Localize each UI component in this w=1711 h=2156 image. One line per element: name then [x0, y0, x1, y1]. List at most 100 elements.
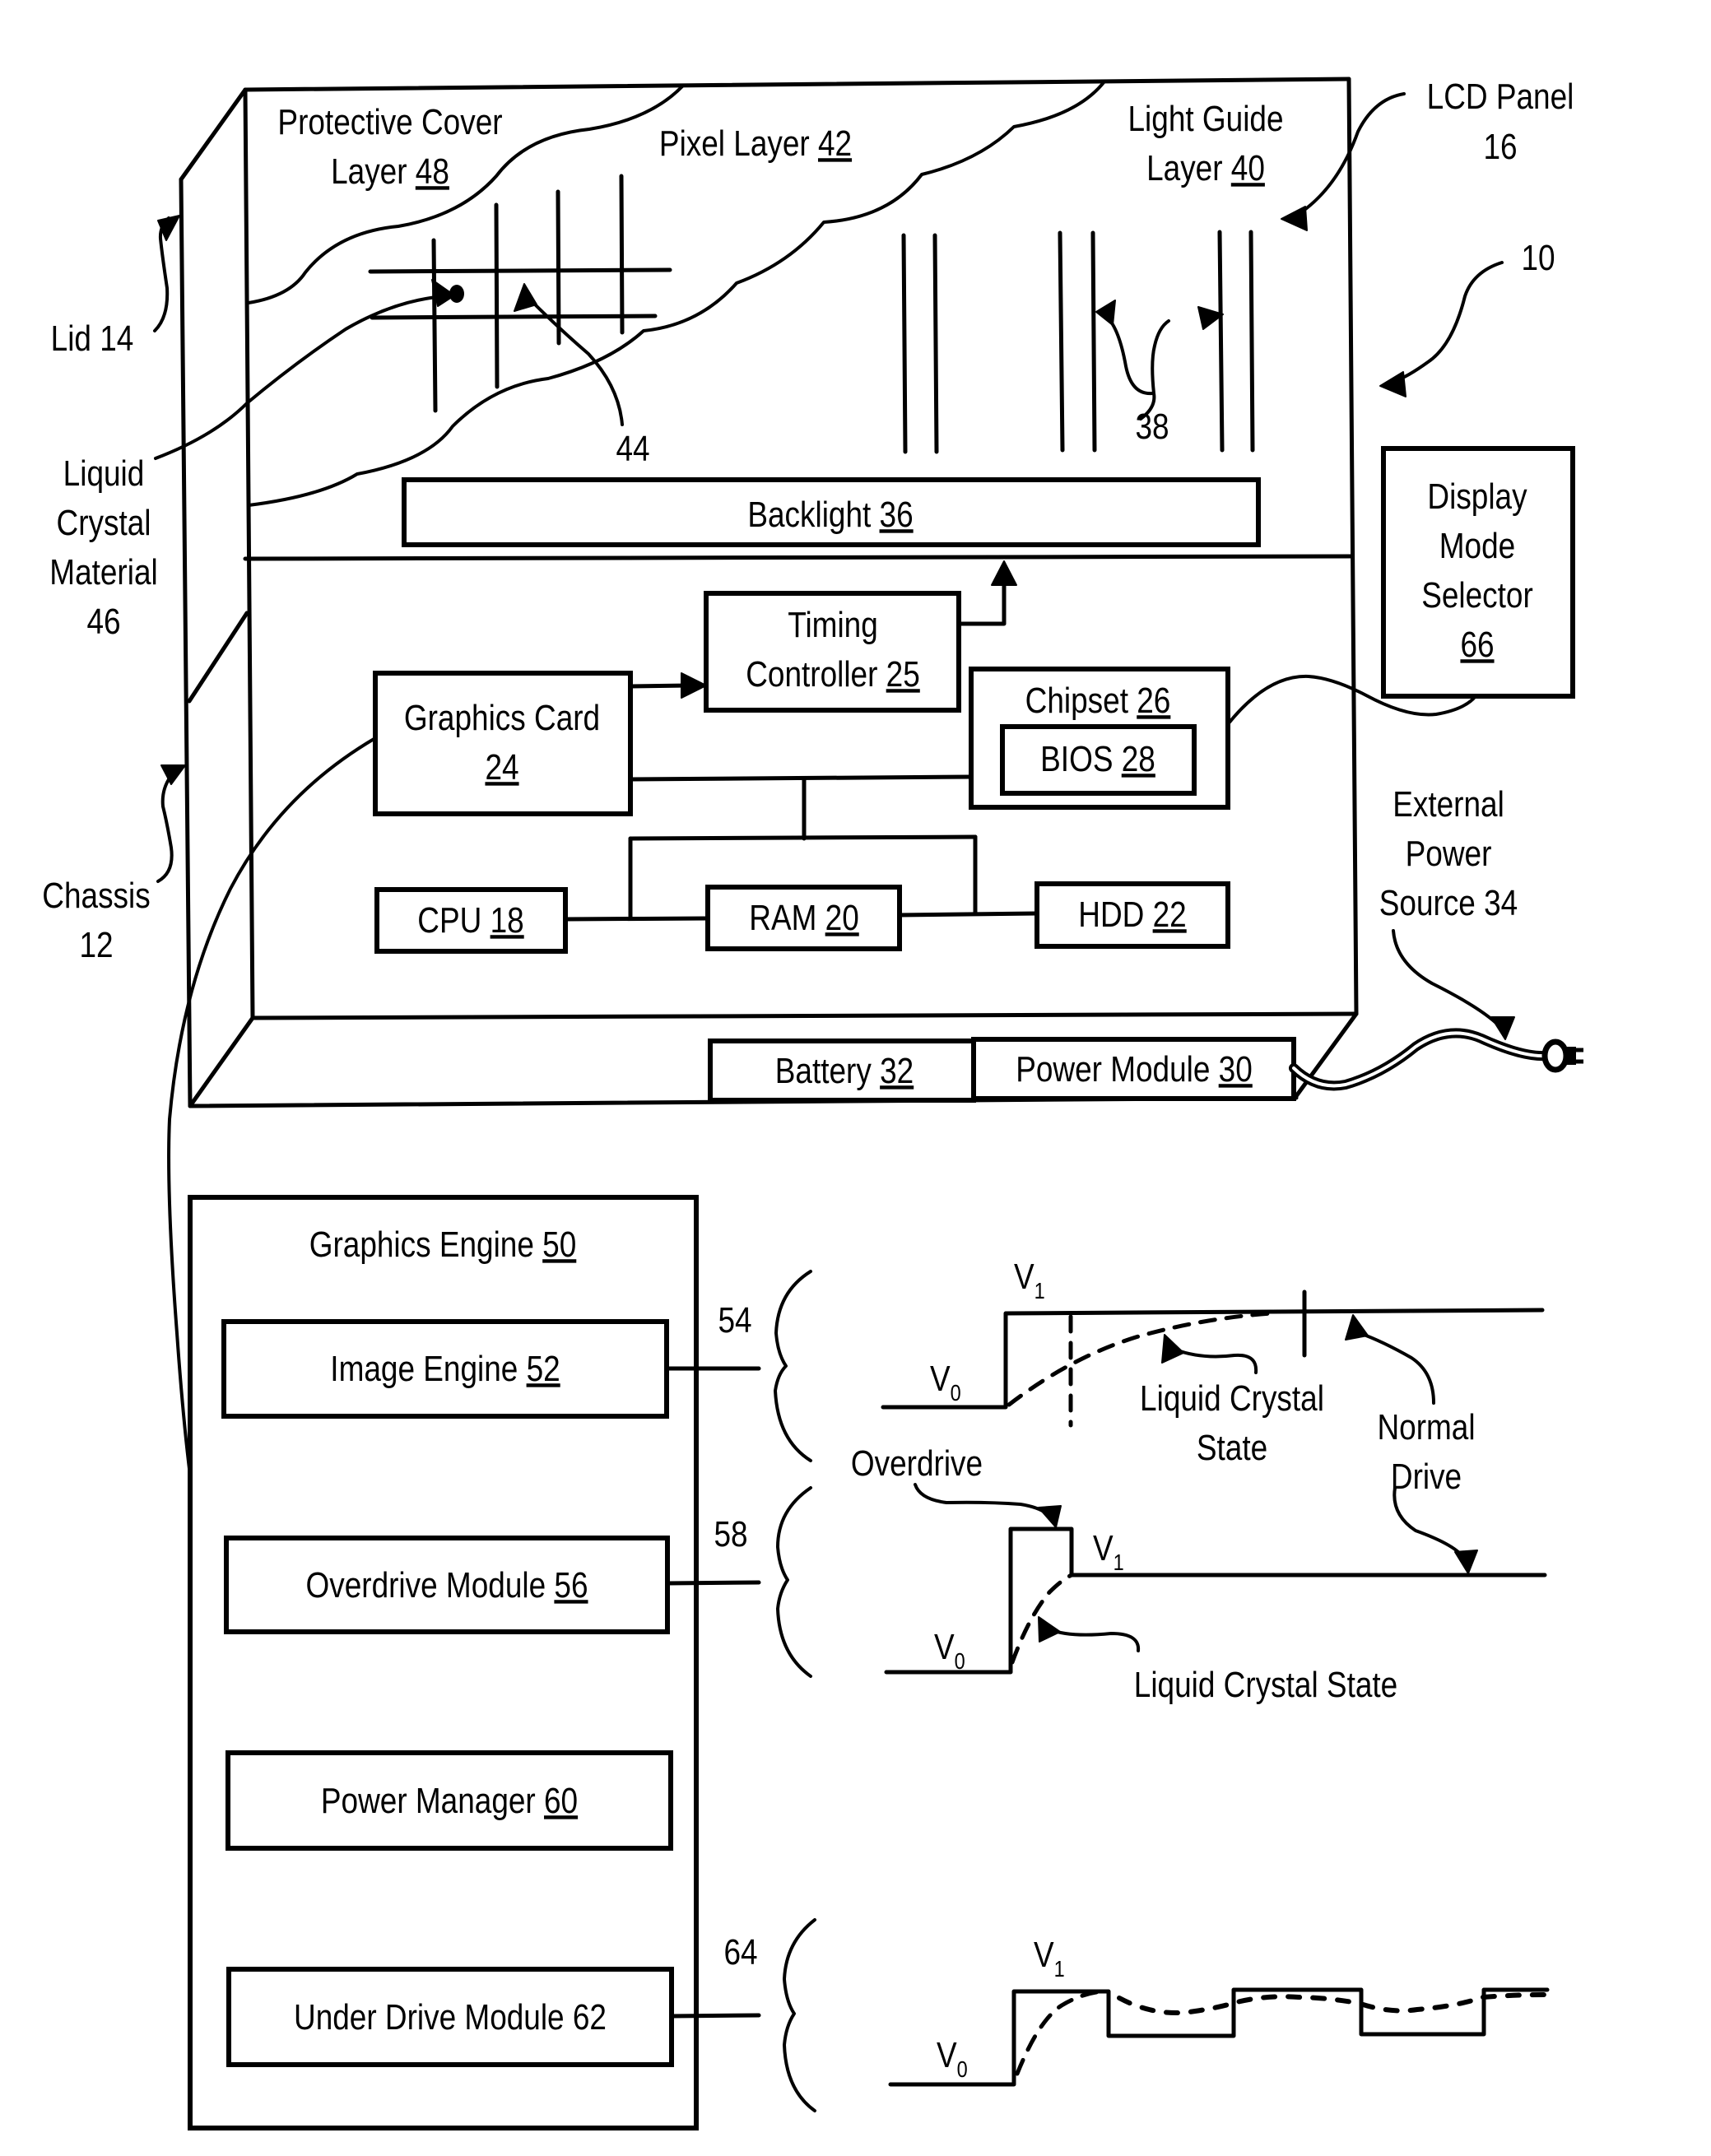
graphics-card-box [373, 671, 633, 816]
normal-drive-ref-label: 54 [718, 1299, 751, 1341]
lid-chassis-divider [243, 554, 1355, 561]
light-guide-ref-label: 38 [1135, 406, 1169, 447]
chassis-leader [156, 775, 174, 883]
blocks [188, 446, 1575, 2130]
under-drive-module-text: Under Drive Module 62 [294, 1996, 607, 2038]
liquid-crystal-material-label-line: 46 [86, 601, 120, 642]
v1-label: V1 [1014, 1256, 1045, 1304]
normal-drive-label: Normal [1377, 1406, 1475, 1447]
lid-chassis-bevel [187, 611, 249, 704]
light-guide-line [1248, 230, 1255, 453]
pixel-ref-leader [529, 299, 624, 426]
chassis-inner-bottom-edge [250, 1011, 1359, 1020]
light-guide-ref-leader [1105, 315, 1170, 421]
bus-graphics-to-chipset [628, 774, 974, 782]
chassis-label-line: 12 [79, 924, 113, 965]
lc-state-leader-2 [1048, 1628, 1141, 1652]
light-guide-line [1090, 230, 1097, 453]
under-drive-module-link [669, 2013, 761, 2019]
system-ref-leader [1393, 261, 1504, 383]
normal-drive-leader [1358, 1331, 1435, 1405]
timing-controller-text-line: Timing [788, 604, 878, 645]
display-mode-selector-text-line: Selector [1421, 574, 1533, 616]
housing-top-bevel [179, 87, 248, 182]
v0-label: V0 [930, 1358, 961, 1406]
pixel-column-line [494, 202, 500, 389]
pixel-layer-label: Pixel Layer 42 [659, 123, 852, 164]
pixel-row-line [370, 314, 658, 320]
overdrive-ref-label: 58 [714, 1513, 747, 1554]
lcd-panel-label-line: 16 [1483, 126, 1517, 167]
lc-state-label: State [1197, 1427, 1267, 1468]
external-power-label-line: External [1393, 783, 1504, 825]
bus-branch [628, 834, 978, 841]
cpu-text: CPU 18 [417, 899, 523, 941]
timing-to-backlight-line [956, 580, 1007, 626]
display-mode-selector-text-line: Display [1427, 476, 1527, 517]
lc-state-label: Liquid Crystal State [1134, 1664, 1397, 1705]
light-guide-line [932, 233, 939, 454]
light-guide-line [1217, 230, 1225, 453]
battery-text: Battery 32 [775, 1050, 914, 1091]
v1-label: V1 [1034, 1934, 1065, 1982]
protective-cover-label-line: Protective Cover [277, 101, 502, 142]
drive-signal [888, 1987, 1550, 2087]
lcd-panel-label-line: LCD Panel [1427, 76, 1574, 117]
normal-drive-label: Drive [1391, 1456, 1462, 1497]
overdrive-leader [914, 1483, 1051, 1517]
liquid-crystal-rise [1015, 1989, 1105, 2076]
overdrive-module-link [665, 1580, 761, 1586]
chipset-text: Chipset 26 [1025, 680, 1171, 721]
bus-cpu-ram [563, 916, 710, 922]
display-mode-selector-text-line: Mode [1439, 525, 1515, 566]
backlight-text: Backlight 36 [747, 494, 913, 535]
patent-figure: Backlight 36 Timing Controller 25 Graphics … [42, 76, 1583, 2130]
overdrive-label: Overdrive [851, 1443, 983, 1484]
chassis-bottom-left-bevel [188, 1015, 255, 1108]
housing-right-edge [1346, 77, 1359, 1016]
power-module-text: Power Module 30 [1016, 1048, 1253, 1090]
graphics-card-text-line: 24 [485, 746, 518, 788]
light-guide-ref-arrowhead-left [1095, 300, 1116, 326]
protective-cover-label-line: Layer 48 [331, 151, 449, 192]
brace-58 [776, 1486, 812, 1678]
external-power-arrowhead [1490, 1016, 1515, 1040]
lc-state-leader [1174, 1348, 1258, 1374]
v0-label: V0 [934, 1626, 965, 1675]
display-mode-selector-text-line: 66 [1460, 624, 1494, 665]
pixel-ref-label: 44 [616, 428, 649, 469]
bus-ram-hdd [897, 911, 1039, 918]
light-guide-label-line: Layer 40 [1146, 147, 1265, 188]
graphics-engine-text: Graphics Engine 50 [309, 1224, 577, 1265]
v0-label: V0 [937, 2034, 968, 2083]
waveform-under-drive [888, 1987, 1550, 2087]
housing-outer-left-edge [179, 177, 193, 1108]
lc-state-arrowhead [1161, 1334, 1184, 1364]
external-power-label-line: Source 34 [1379, 882, 1518, 923]
overdrive-module-text: Overdrive Module 56 [305, 1564, 588, 1605]
external-power-leader [1392, 929, 1501, 1028]
power-manager-text: Power Manager 60 [321, 1780, 578, 1821]
normal-drive-leader-2 [1393, 1486, 1467, 1561]
system-ref-arrowhead [1379, 371, 1406, 397]
timing-controller-text-line: Controller 25 [746, 653, 920, 695]
graphics-to-timing-line [628, 683, 690, 689]
liquid-crystal-material-label-line: Crystal [57, 502, 151, 543]
pixel-row-line [368, 267, 672, 274]
chassis-arrowhead [160, 764, 186, 785]
waveform-overdrive [884, 1483, 1547, 1675]
pixel-column-line [619, 174, 625, 335]
overdrive-arrowhead [1038, 1505, 1062, 1528]
pixel-column-line [556, 189, 561, 346]
lc-state-arrowhead-2 [1038, 1616, 1061, 1643]
light-guide-line [901, 233, 908, 454]
bios-text: BIOS 28 [1040, 738, 1155, 779]
normal-drive-arrowhead [1345, 1314, 1369, 1341]
pixel-column-line [431, 238, 438, 413]
lid-label: Lid 14 [51, 318, 134, 359]
under-drive-ref-label: 64 [723, 1931, 757, 1972]
power-cord [1289, 1028, 1552, 1091]
housing-top-edge [243, 77, 1351, 92]
plug-icon [1541, 1039, 1583, 1073]
drive-signal [884, 1526, 1547, 1675]
